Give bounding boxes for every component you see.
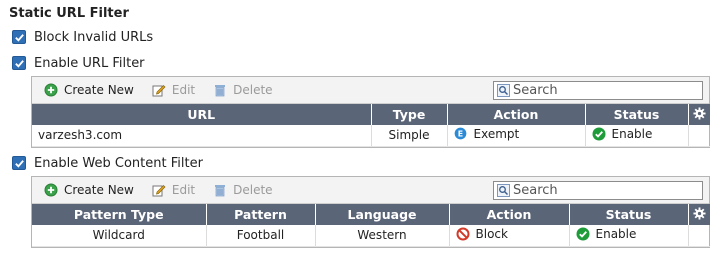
create-new-label: Create New bbox=[64, 83, 134, 97]
web-content-filter-panel: Create New Edit Delete Pattern Typ bbox=[31, 176, 710, 248]
table-header-row: Pattern Type Pattern Language Action Sta… bbox=[32, 204, 710, 225]
action-cell: Block bbox=[449, 225, 570, 247]
edit-button[interactable]: Edit bbox=[152, 83, 195, 97]
block-icon bbox=[456, 227, 470, 241]
checkmark-icon bbox=[14, 33, 24, 42]
column-header-pattern-type[interactable]: Pattern Type bbox=[32, 204, 207, 225]
create-new-label: Create New bbox=[64, 183, 134, 197]
action-cell: E Exempt bbox=[447, 125, 586, 147]
row-spacer bbox=[688, 125, 710, 147]
url-filter-search[interactable] bbox=[493, 81, 703, 100]
exempt-badge-icon: E bbox=[454, 127, 468, 141]
pattern-cell: Football bbox=[206, 225, 316, 247]
block-invalid-urls-checkbox[interactable] bbox=[12, 30, 26, 44]
delete-label: Delete bbox=[233, 83, 273, 97]
pencil-icon bbox=[152, 183, 166, 197]
check-circle-icon bbox=[592, 127, 606, 141]
table-header-row: URL Type Action Status bbox=[32, 104, 710, 125]
web-content-table: Pattern Type Pattern Language Action Sta… bbox=[32, 204, 710, 247]
edit-button[interactable]: Edit bbox=[152, 183, 195, 197]
edit-label: Edit bbox=[171, 83, 196, 97]
enable-url-filter-label: Enable URL Filter bbox=[34, 55, 145, 71]
trash-icon bbox=[213, 183, 227, 197]
enable-web-content-filter-option[interactable]: Enable Web Content Filter bbox=[12, 154, 203, 172]
search-input[interactable] bbox=[513, 83, 693, 98]
action-value: Block bbox=[475, 226, 508, 241]
row-spacer bbox=[688, 225, 710, 247]
checkmark-icon bbox=[14, 159, 24, 168]
web-content-toolbar: Create New Edit Delete bbox=[32, 177, 709, 204]
column-header-action[interactable]: Action bbox=[449, 204, 570, 225]
url-filter-table: URL Type Action Status varzesh3.com Simp… bbox=[32, 104, 710, 147]
checkmark-icon bbox=[14, 59, 24, 68]
search-icon bbox=[497, 84, 510, 97]
language-cell: Western bbox=[315, 225, 450, 247]
enable-url-filter-checkbox[interactable] bbox=[12, 56, 26, 70]
edit-label: Edit bbox=[171, 183, 196, 197]
enable-web-content-filter-label: Enable Web Content Filter bbox=[34, 155, 203, 171]
enable-web-content-filter-checkbox[interactable] bbox=[12, 156, 26, 170]
gear-icon bbox=[693, 206, 706, 220]
pattern-type-cell: Wildcard bbox=[32, 225, 207, 247]
delete-button[interactable]: Delete bbox=[213, 83, 273, 97]
table-row[interactable]: varzesh3.com Simple E Exempt Enable bbox=[32, 125, 710, 147]
pencil-icon bbox=[152, 83, 166, 97]
svg-text:E: E bbox=[457, 130, 462, 139]
gear-icon bbox=[693, 106, 706, 120]
create-new-button[interactable]: Create New bbox=[44, 183, 134, 197]
column-settings-button[interactable] bbox=[688, 104, 710, 125]
trash-icon bbox=[213, 83, 227, 97]
column-header-status[interactable]: Status bbox=[569, 204, 689, 225]
url-filter-panel: Create New Edit Delete URL bbox=[31, 76, 710, 148]
delete-button[interactable]: Delete bbox=[213, 183, 273, 197]
status-value: Enable bbox=[595, 226, 637, 241]
column-header-action[interactable]: Action bbox=[447, 104, 586, 125]
status-value: Enable bbox=[611, 126, 653, 141]
column-header-status[interactable]: Status bbox=[585, 104, 689, 125]
action-value: Exempt bbox=[473, 127, 520, 142]
url-cell: varzesh3.com bbox=[32, 125, 372, 147]
page-title: Static URL Filter bbox=[9, 6, 129, 21]
web-content-search[interactable] bbox=[493, 181, 703, 200]
plus-circle-icon bbox=[44, 83, 58, 97]
column-header-type[interactable]: Type bbox=[371, 104, 448, 125]
delete-label: Delete bbox=[233, 183, 273, 197]
plus-circle-icon bbox=[44, 183, 58, 197]
search-input[interactable] bbox=[513, 183, 693, 198]
block-invalid-urls-label: Block Invalid URLs bbox=[34, 29, 154, 45]
check-circle-icon bbox=[576, 227, 590, 241]
table-row[interactable]: Wildcard Football Western Block Enable bbox=[32, 225, 710, 247]
column-settings-button[interactable] bbox=[688, 204, 710, 225]
column-header-pattern[interactable]: Pattern bbox=[206, 204, 316, 225]
url-filter-toolbar: Create New Edit Delete bbox=[32, 77, 709, 104]
status-cell: Enable bbox=[585, 125, 689, 147]
search-icon bbox=[497, 184, 510, 197]
status-cell: Enable bbox=[569, 225, 689, 247]
enable-url-filter-option[interactable]: Enable URL Filter bbox=[12, 54, 145, 72]
type-cell: Simple bbox=[371, 125, 448, 147]
column-header-language[interactable]: Language bbox=[315, 204, 450, 225]
create-new-button[interactable]: Create New bbox=[44, 83, 134, 97]
block-invalid-urls-option[interactable]: Block Invalid URLs bbox=[12, 28, 153, 46]
column-header-url[interactable]: URL bbox=[32, 104, 372, 125]
